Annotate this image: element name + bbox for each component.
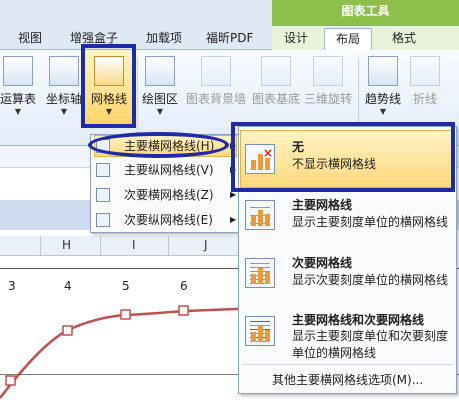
lines-label: 折线 — [412, 92, 437, 106]
3d-rotation-button[interactable]: 三维旋转 — [302, 56, 354, 130]
lines-button[interactable]: 折线 — [408, 56, 442, 130]
data-point-marker — [178, 305, 189, 316]
data-point-marker — [62, 325, 73, 336]
tab-foxit-pdf[interactable]: 福昕PDF — [206, 28, 253, 50]
data-point-marker — [120, 309, 131, 320]
menu-item-primary-vertical[interactable]: 主要纵网格线(V) ▶ — [92, 159, 239, 181]
column-divider — [100, 236, 101, 256]
tab-design[interactable]: 设计 — [284, 28, 308, 50]
major-gridlines-icon — [245, 200, 275, 230]
data-table-label: 运算表 — [0, 92, 36, 106]
data-point-marker — [5, 375, 16, 386]
option-major-minor-desc: 显示主要刻度单位和次要刻度单位的横网格线 — [292, 329, 449, 360]
submenu-divider — [242, 364, 453, 365]
option-major-minor-title[interactable]: 主要网格线和次要网格线 — [292, 311, 424, 328]
trendline-icon — [368, 56, 398, 86]
column-header-h[interactable]: H — [62, 238, 71, 252]
chart-floor-button[interactable]: 图表基底 — [250, 56, 302, 130]
data-table-button[interactable]: 运算表 ▼ — [0, 56, 40, 130]
plot-area-button[interactable]: 绘图区 ▼ — [140, 56, 180, 130]
lines-icon — [410, 56, 440, 86]
tab-layout[interactable]: 布局 — [324, 28, 372, 51]
chevron-down-icon: ▼ — [60, 107, 68, 116]
axes-icon — [49, 56, 79, 86]
data-table-icon — [3, 56, 33, 86]
menu-item-label: 次要横网格线(Z) — [124, 188, 214, 202]
tab-format[interactable]: 格式 — [392, 28, 416, 50]
ribbon-group-separator — [137, 58, 138, 136]
3d-rotation-icon — [313, 56, 343, 86]
menu-item-minor-vertical[interactable]: 次要纵网格线(E) ▶ — [92, 209, 239, 231]
tab-view[interactable]: 视图 — [18, 28, 42, 50]
column-header-i[interactable]: I — [132, 238, 136, 252]
gridlines-callout-frame — [81, 44, 136, 128]
axis-tick-label: 5 — [122, 279, 130, 293]
option-major-title[interactable]: 主要网格线 — [292, 196, 352, 213]
axes-label: 坐标轴 — [46, 92, 82, 106]
menu-item-label: 次要纵网格线(E) — [124, 213, 213, 227]
chevron-right-icon: ▶ — [230, 215, 237, 224]
plot-area-label: 绘图区 — [141, 92, 178, 106]
axis-tick-label: 6 — [180, 279, 188, 293]
chart-wall-icon — [201, 56, 231, 86]
chart-tools-context-label: 图表工具 — [272, 0, 459, 26]
plot-area-icon — [145, 56, 175, 86]
option-minor-desc: 显示次要刻度单位的横网格线 — [292, 273, 449, 287]
axis-tick-label: 4 — [64, 279, 72, 293]
chart-floor-icon — [261, 56, 291, 86]
option-minor-title[interactable]: 次要网格线 — [292, 254, 352, 271]
column-divider — [168, 236, 169, 256]
3d-rotation-label: 三维旋转 — [303, 92, 352, 106]
column-divider — [40, 236, 41, 256]
option-major-desc: 显示主要刻度单位的横网格线 — [292, 215, 449, 229]
menu-callout-ellipse — [88, 132, 229, 158]
menu-item-label: 主要纵网格线(V) — [124, 163, 214, 177]
axes-button[interactable]: 坐标轴 ▼ — [46, 56, 82, 130]
tab-addins[interactable]: 加载项 — [146, 28, 182, 50]
menu-item-minor-horizontal[interactable]: 次要横网格线(Z) ▶ — [92, 184, 239, 206]
trendline-label: 趋势线 — [364, 92, 401, 106]
chart-wall-label: 图表背景墙 — [185, 92, 246, 106]
axis-tick-label: 3 — [8, 279, 16, 293]
chevron-down-icon: ▼ — [14, 107, 22, 116]
chart-series-curve — [0, 305, 260, 399]
chart-floor-label: 图表基底 — [251, 92, 300, 106]
vertical-gridlines-icon — [96, 213, 110, 227]
chevron-down-icon: ▼ — [156, 107, 164, 116]
minor-gridlines-icon — [245, 258, 275, 288]
chevron-down-icon: ▼ — [379, 107, 387, 116]
submenu-callout-frame — [231, 122, 455, 192]
trendline-button[interactable]: 趋势线 ▼ — [362, 56, 404, 130]
major-minor-gridlines-icon — [245, 316, 275, 346]
horizontal-gridlines-icon — [96, 188, 110, 202]
vertical-gridlines-icon — [96, 163, 110, 177]
chart-wall-button[interactable]: 图表背景墙 — [183, 56, 249, 130]
more-gridline-options[interactable]: 其他主要横网格线选项(M)... — [272, 371, 423, 388]
column-header-j[interactable]: J — [204, 238, 208, 252]
